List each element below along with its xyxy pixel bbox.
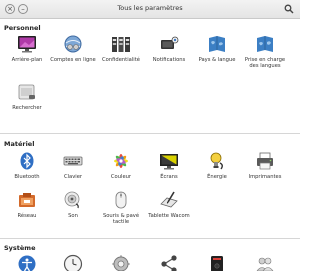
settings-item-label: Réseau (17, 213, 37, 219)
settings-item-sharing[interactable] (146, 254, 192, 271)
settings-item-mouse-touchpad[interactable]: Souris & pavé tactile (98, 190, 144, 226)
settings-item-label: Confidentialité (102, 57, 140, 63)
settings-item-label: Son (68, 213, 78, 219)
settings-item-bluetooth[interactable]: Bluetooth (4, 151, 50, 180)
settings-item-notifications[interactable]: Notifications (146, 34, 192, 63)
displays-icon (159, 151, 179, 171)
region-language-icon (207, 34, 227, 54)
settings-item-keyboard[interactable]: Clavier (50, 151, 96, 180)
sharing-icon (159, 254, 179, 271)
settings-item-date-time[interactable] (50, 254, 96, 271)
wacom-tablet-icon (159, 190, 179, 210)
mouse-touchpad-icon (111, 190, 131, 210)
accessibility-icon (17, 254, 37, 271)
settings-item-privacy[interactable]: Confidentialité (98, 34, 144, 63)
settings-item-label: Tablette Wacom (148, 213, 190, 219)
language-support-icon (255, 34, 275, 54)
settings-item-label: Bluetooth (14, 174, 40, 180)
settings-item-label: Couleur (110, 174, 132, 180)
search-icon[interactable] (284, 4, 294, 14)
settings-item-backups[interactable] (194, 254, 240, 271)
details-icon (111, 254, 131, 271)
keyboard-icon (63, 151, 83, 171)
power-icon (207, 151, 227, 171)
settings-item-label: Énergie (207, 174, 227, 180)
settings-item-printers[interactable]: Imprimantes (242, 151, 288, 180)
settings-item-label: Imprimantes (248, 174, 282, 180)
settings-item-network[interactable]: Réseau (4, 190, 50, 219)
settings-item-accessibility[interactable] (4, 254, 50, 271)
section-title-system: Système (4, 244, 36, 252)
privacy-icon (111, 34, 131, 54)
online-accounts-icon (63, 34, 83, 54)
settings-item-online-accounts[interactable]: Comptes en ligne (50, 34, 96, 63)
users-icon (255, 254, 275, 271)
settings-item-color[interactable]: Couleur (98, 151, 144, 180)
section-separator (0, 133, 300, 134)
color-icon (111, 151, 131, 171)
section-title-personal: Personnel (4, 24, 41, 32)
settings-item-language-support[interactable]: Prise en charge des langues (242, 34, 288, 70)
title-bar: × – Tous les paramètres (0, 0, 300, 19)
settings-item-sound[interactable]: Son (50, 190, 96, 219)
settings-item-label: Écrans (160, 174, 178, 180)
settings-item-label: Prise en charge des langues (244, 57, 286, 70)
settings-item-label: Comptes en ligne (50, 57, 96, 63)
settings-item-search[interactable]: Rechercher (4, 82, 50, 111)
notifications-icon (159, 34, 179, 54)
section-separator (0, 238, 300, 239)
network-icon (17, 190, 37, 210)
wallpaper-icon (17, 34, 37, 54)
settings-item-label: Notifications (152, 57, 186, 63)
search-settings-icon (17, 82, 37, 102)
backups-icon (207, 254, 227, 271)
sound-icon (63, 190, 83, 210)
settings-item-power[interactable]: Énergie (194, 151, 240, 180)
settings-item-label: Clavier (63, 174, 83, 180)
settings-item-displays[interactable]: Écrans (146, 151, 192, 180)
settings-item-label: Souris & pavé tactile (102, 213, 140, 226)
settings-item-users[interactable] (242, 254, 288, 271)
section-title-hardware: Matériel (4, 140, 35, 148)
settings-item-wacom-tablet[interactable]: Tablette Wacom (146, 190, 192, 219)
settings-item-label: Rechercher (12, 105, 42, 111)
printer-icon (255, 151, 275, 171)
window-title: Tous les paramètres (117, 4, 183, 12)
bluetooth-icon (17, 151, 37, 171)
date-time-icon (63, 254, 83, 271)
settings-item-region-language[interactable]: Pays & langue (194, 34, 240, 63)
settings-item-label: Arrière-plan (11, 57, 43, 63)
settings-item-wallpaper[interactable]: Arrière-plan (4, 34, 50, 63)
settings-item-details[interactable] (98, 254, 144, 271)
settings-item-label: Pays & langue (198, 57, 236, 63)
